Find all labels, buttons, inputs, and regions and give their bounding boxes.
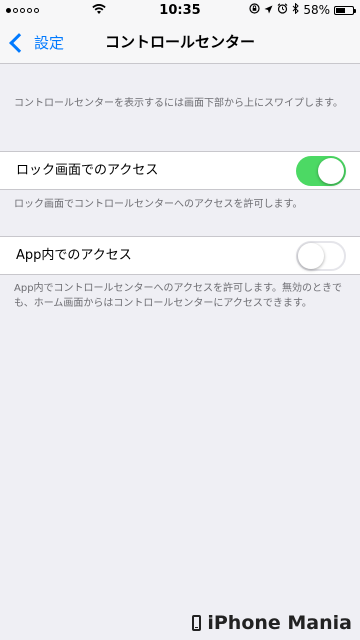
toggle-knob bbox=[298, 243, 324, 269]
nav-bar: コントロールセンター 設定 bbox=[0, 22, 360, 64]
lock-rotation-icon bbox=[249, 3, 260, 17]
back-button[interactable]: 設定 bbox=[6, 22, 64, 63]
battery-percent: 58% bbox=[303, 3, 330, 17]
setting-footer: App内でコントロールセンターへのアクセスを許可します。無効のときでも、ホーム画… bbox=[14, 283, 343, 309]
status-right: 58% bbox=[249, 2, 356, 17]
back-button-label: 設定 bbox=[34, 34, 65, 52]
setting-row-in-app: App内でのアクセス bbox=[0, 236, 360, 275]
intro-description: コントロールセンターを表示するには画面下部から上にスワイプします。 bbox=[14, 98, 343, 109]
battery-level bbox=[336, 7, 346, 13]
lock-screen-access-toggle[interactable] bbox=[296, 156, 346, 186]
battery-icon bbox=[334, 5, 356, 15]
phone-icon bbox=[192, 615, 202, 631]
setting-label: App内でのアクセス bbox=[16, 248, 132, 263]
bluetooth-icon bbox=[292, 2, 300, 17]
alarm-icon bbox=[277, 3, 288, 17]
status-bar: 10:35 58% bbox=[0, 0, 360, 22]
setting-footer: ロック画面でコントロールセンターへのアクセスを許可します。 bbox=[14, 199, 303, 210]
watermark-text: iPhone Mania bbox=[207, 612, 352, 634]
setting-label: ロック画面でのアクセス bbox=[16, 163, 159, 178]
in-app-access-toggle[interactable] bbox=[296, 241, 346, 271]
watermark-logo: iPhone Mania bbox=[192, 612, 352, 634]
location-icon bbox=[264, 3, 273, 17]
setting-row-lock-screen: ロック画面でのアクセス bbox=[0, 151, 360, 190]
toggle-knob bbox=[318, 158, 344, 184]
chevron-left-icon bbox=[9, 32, 29, 53]
